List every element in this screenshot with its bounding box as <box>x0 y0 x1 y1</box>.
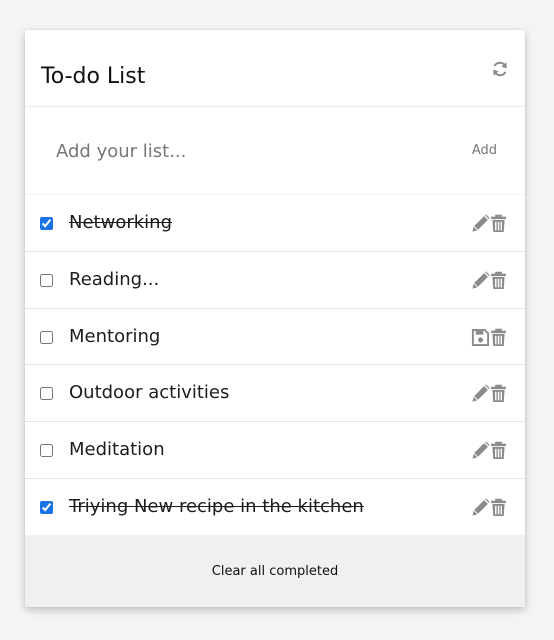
item-label: Mentoring <box>69 326 161 347</box>
list-item: Triying New recipe in the kitchen <box>25 479 525 536</box>
pencil-icon[interactable] <box>471 271 490 290</box>
add-button[interactable]: Add <box>472 143 497 158</box>
save-icon[interactable] <box>471 328 490 347</box>
item-label: Triying New recipe in the kitchen <box>69 496 364 517</box>
item-checkbox[interactable] <box>40 501 53 514</box>
item-label: Outdoor activities <box>69 382 230 403</box>
add-list-input[interactable] <box>41 129 431 173</box>
pencil-icon[interactable] <box>471 441 490 460</box>
card-footer: Clear all completed <box>25 535 525 607</box>
item-label: Meditation <box>69 439 165 460</box>
item-label: Networking <box>69 212 172 233</box>
item-checkbox[interactable] <box>40 274 53 287</box>
pencil-icon[interactable] <box>471 498 490 517</box>
todo-card: To-do List Add Networking <box>25 30 525 607</box>
item-label: Reading... <box>69 269 160 290</box>
trash-icon[interactable] <box>489 214 508 233</box>
list-item: Outdoor activities <box>25 365 525 422</box>
trash-icon[interactable] <box>489 271 508 290</box>
card-header: To-do List <box>25 30 525 107</box>
trash-icon[interactable] <box>489 498 508 517</box>
todo-list: Networking Reading... Mentoring Outdoor … <box>25 195 525 536</box>
item-checkbox[interactable] <box>40 387 53 400</box>
item-checkbox[interactable] <box>40 217 53 230</box>
pencil-icon[interactable] <box>471 384 490 403</box>
item-checkbox[interactable] <box>40 444 53 457</box>
refresh-icon[interactable] <box>491 60 509 78</box>
pencil-icon[interactable] <box>471 214 490 233</box>
list-item: Reading... <box>25 252 525 309</box>
item-checkbox[interactable] <box>40 331 53 344</box>
list-item: Meditation <box>25 422 525 479</box>
list-item: Networking <box>25 195 525 252</box>
trash-icon[interactable] <box>489 441 508 460</box>
trash-icon[interactable] <box>489 328 508 347</box>
add-row: Add <box>25 107 525 195</box>
clear-completed-button[interactable]: Clear all completed <box>25 564 525 579</box>
page-title: To-do List <box>41 64 146 89</box>
trash-icon[interactable] <box>489 384 508 403</box>
list-item: Mentoring <box>25 309 525 365</box>
